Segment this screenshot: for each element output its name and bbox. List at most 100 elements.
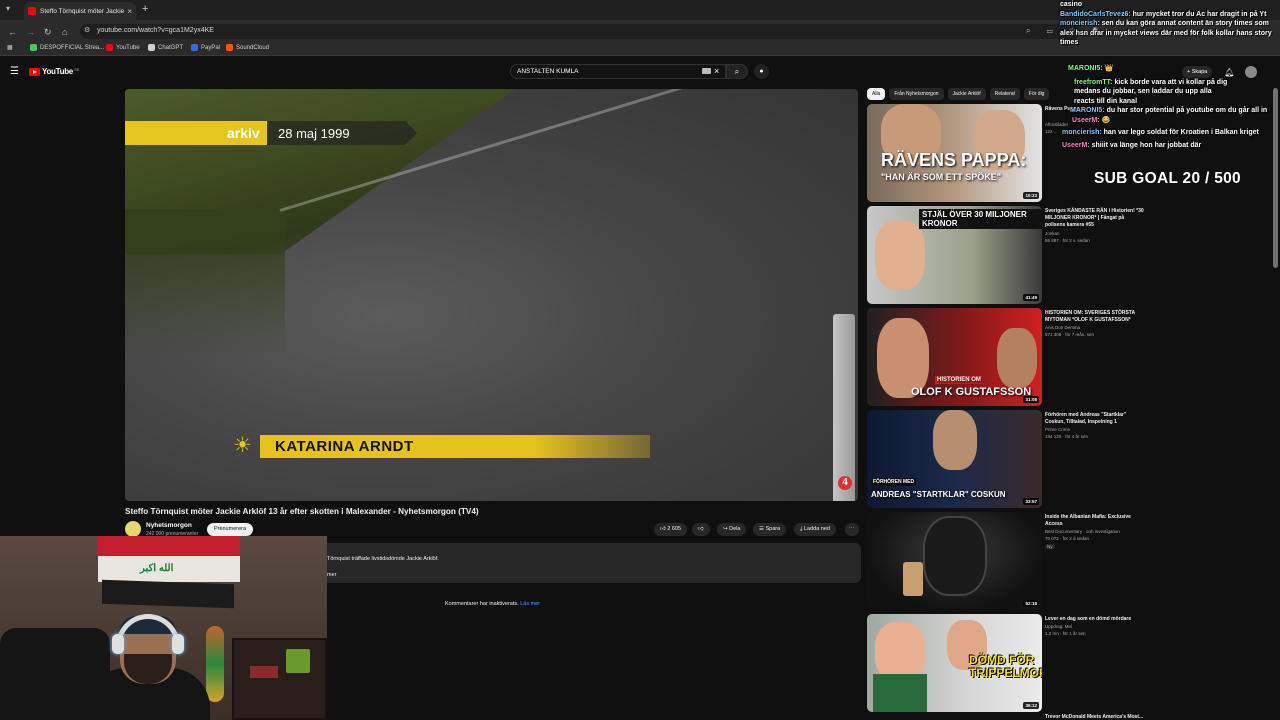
chat-username: moncierish: (1062, 129, 1102, 136)
rec-title-partial[interactable]: Trevor McDonald Meets America's Most... (1045, 714, 1143, 720)
like-button[interactable]: 👍︎ 2 605 (654, 523, 688, 536)
thumb-down-icon: 👎︎ (698, 526, 704, 532)
chat-message: freefromTT: kick borde vara att vi kolla… (1074, 78, 1234, 107)
rec-meta: 86 887 · för 2 v. sedan (1045, 238, 1090, 243)
chat-username: MARONI5: (1070, 107, 1105, 114)
rec-meta: 70 072 · för 2 d sedan (1045, 536, 1090, 541)
url-text[interactable]: youtube.com/watch?v=gca1M2yx4KE (97, 27, 214, 34)
download-button[interactable]: ⤓ Ladda ned (794, 523, 836, 536)
rec-title[interactable]: Sveriges KÄNDASTE RÅN i Historien! *30 M… (1045, 208, 1145, 229)
rec-title[interactable]: Inside the Albanian Mafia: Exclusive Acc… (1045, 514, 1145, 528)
chip-jackie-arklof[interactable]: Jackie Arklöf (947, 88, 986, 100)
tab-search-icon[interactable]: ▾ (6, 4, 10, 13)
clear-search-icon[interactable]: × (714, 66, 719, 76)
bookmark-paypal[interactable]: PayPal (191, 44, 220, 51)
rec-channel[interactable]: Jonkan (1045, 231, 1060, 236)
rec-channel[interactable]: Best Documentary · ooh investigation (1045, 529, 1120, 534)
chip-relaterat[interactable]: Relaterat (989, 88, 1020, 100)
search-button[interactable]: ⌕ (726, 64, 748, 79)
chip-fran-nyhetsmorgon[interactable]: Från Nyhetsmorgon (889, 88, 944, 100)
address-bar[interactable]: ⚙ youtube.com/watch?v=gca1M2yx4KE (80, 24, 1080, 39)
search-query[interactable]: ANSTALTEN KUMLA (517, 68, 579, 75)
video-player[interactable]: arkiv 28 maj 1999 ☀ KATARINA ARNDT 4 (125, 89, 858, 501)
save-button[interactable]: ☰ Spara (753, 523, 787, 536)
thumb-face (933, 410, 977, 470)
chip-for-dig[interactable]: För dig (1023, 88, 1050, 100)
description-more-link[interactable]: mer (327, 572, 336, 578)
new-tab-icon[interactable]: + (142, 3, 148, 15)
thumb-jacket (873, 674, 927, 712)
rec-meta: 1,2 mn · för 1 år sen (1045, 631, 1086, 636)
video-title: Steffo Törnquist möter Jackie Arklöf 13 … (125, 507, 479, 516)
thumb-text: DÖMD FÖR TRIPPELMORD (969, 653, 1042, 680)
rec-thumbnail[interactable]: HISTORIEN OM OLOF K GUSTAFSSON 31:08 (867, 308, 1042, 406)
headset-ear-right (172, 634, 184, 654)
apps-icon[interactable]: ▦ (7, 44, 13, 51)
comments-disabled-note: Kommentarer har inaktiverats. Läs mer (445, 601, 540, 607)
share-button[interactable]: ↪ Dela (717, 523, 747, 536)
search-input[interactable]: ANSTALTEN KUMLA × (510, 64, 726, 79)
browser-tab[interactable]: Steffo Törnquist möter Jackie A × (24, 2, 136, 20)
rec-title[interactable]: Lever en dag som en dömd mördare (1045, 616, 1145, 623)
rec-item[interactable]: DÖMD FÖR TRIPPELMORD 36:12 Lever en dag … (867, 614, 1277, 712)
menu-icon[interactable]: ☰ (10, 66, 19, 77)
rec-thumbnail[interactable]: FÖRHÖREN MED ANDREAS "STARTKLAR" COSKUN … (867, 410, 1042, 508)
rec-channel[interactable]: Uppdrag: Mel (1045, 624, 1072, 629)
bookmark-chatgpt[interactable]: ChatGPT (148, 44, 183, 51)
rec-duration: 10:23 (1023, 192, 1039, 199)
thumb-object (903, 562, 923, 596)
back-icon[interactable]: ← (8, 27, 17, 37)
close-tab-icon[interactable]: × (127, 7, 132, 16)
chat-message: moncierish: sen du kan göra annat conten… (1060, 19, 1280, 48)
rec-duration: 33:57 (1023, 498, 1039, 505)
reload-icon[interactable]: ↻ (44, 27, 52, 38)
rec-duration: 31:08 (1023, 396, 1039, 403)
rec-duration: 52:18 (1023, 600, 1039, 607)
chat-message: MARONI5: 👑 (1068, 64, 1278, 74)
chip-alla[interactable]: Alla (867, 88, 886, 100)
rec-thumbnail[interactable]: DÖMD FÖR TRIPPELMORD 36:12 (867, 614, 1042, 712)
subscribe-button[interactable]: Prenumerera (207, 523, 253, 536)
skateboard (206, 626, 224, 702)
recommendation-chips: Alla Från Nyhetsmorgon Jackie Arklöf Rel… (867, 88, 1053, 100)
stream-chat-top: casino BandidoCarlsTevez6: hur mycket tr… (1060, 0, 1280, 62)
video-frame-post (833, 314, 855, 501)
bookmark-soundcloud[interactable]: SoundCloud (226, 44, 269, 51)
home-icon[interactable]: ⌂ (62, 27, 67, 37)
rec-thumbnail[interactable]: STJÄL ÖVER 30 MILJONER KRONOR 41:49 (867, 206, 1042, 304)
chat-message: BandidoCarlsTevez6: hur mycket tror du A… (1060, 10, 1280, 20)
learn-more-link[interactable]: Läs mer (520, 601, 540, 607)
thumb-subtext: FÖRHÖREN MED (871, 478, 917, 486)
voice-search-button[interactable]: ● (754, 64, 769, 79)
rec-channel[interactable]: Prime Crime (1045, 427, 1070, 432)
like-count: 2 605 (667, 526, 682, 532)
bookmark-despofficial[interactable]: DESPOFFICIAL Strea... (30, 44, 104, 51)
forward-icon[interactable]: → (26, 27, 35, 37)
channel-name[interactable]: Nyhetsmorgon (146, 522, 192, 529)
download-label: Ladda ned (803, 526, 830, 532)
youtube-logo[interactable]: YouTube SE (29, 67, 79, 76)
comments-off-text: Kommentarer har inaktiverats. (445, 601, 519, 607)
headset-ear-left (112, 634, 124, 654)
thumb-subtext: "HAN ÄR SOM ETT SPÖKE" (881, 172, 1002, 182)
more-actions-button[interactable]: ⋯ (845, 523, 859, 536)
shelf-item (250, 666, 278, 678)
chat-message: UseerM: 😂 (1072, 116, 1278, 126)
keyboard-icon[interactable] (702, 68, 711, 74)
dislike-button[interactable]: 👎︎ (692, 523, 710, 536)
rec-title[interactable]: HISTORIEN OM: SVERIGES STÖRSTA MYTOMAN *… (1045, 310, 1145, 324)
chat-text: casino (1060, 1, 1083, 8)
channel-avatar[interactable] (125, 521, 141, 537)
rec-item[interactable]: FÖRHÖREN MED ANDREAS "STARTKLAR" COSKUN … (867, 410, 1277, 508)
rec-item[interactable]: STJÄL ÖVER 30 MILJONER KRONOR 41:49 Sver… (867, 206, 1277, 304)
rec-item[interactable]: 52:18 Inside the Albanian Mafia: Exclusi… (867, 512, 1277, 610)
chat-text: hur mycket tror du Ac har dragit in på Y… (1132, 10, 1267, 18)
rec-title[interactable]: Förhören med Andreas "Startklar" Coskun,… (1045, 412, 1145, 426)
rec-item[interactable]: HISTORIEN OM OLOF K GUSTAFSSON 31:08 HIS… (867, 308, 1277, 406)
site-info-icon[interactable]: ⚙ (84, 26, 90, 34)
rec-channel[interactable]: Anis Don Demina (1045, 325, 1080, 330)
rec-thumbnail[interactable]: RÄVENS PAPPA: "HAN ÄR SOM ETT SPÖKE" 10:… (867, 104, 1042, 202)
country-code: SE (73, 67, 80, 72)
bookmark-youtube[interactable]: YouTube (106, 44, 140, 51)
rec-thumbnail[interactable]: 52:18 (867, 512, 1042, 610)
